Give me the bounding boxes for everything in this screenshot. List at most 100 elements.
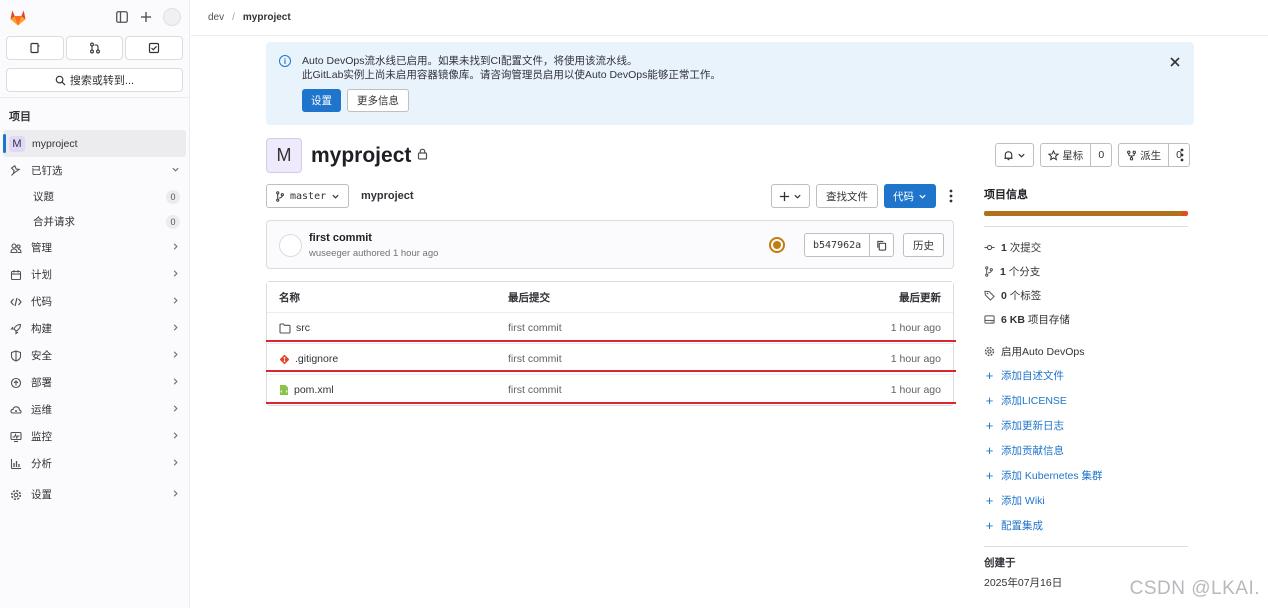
history-button[interactable]: 历史 (903, 233, 944, 257)
find-file-button[interactable]: 查找文件 (816, 184, 878, 208)
add-kubernetes-label: 添加 Kubernetes 集群 (1001, 470, 1103, 482)
sidebar-item-project[interactable]: M myproject (3, 130, 186, 157)
breadcrumb: dev / myproject (191, 0, 1268, 36)
file-last-commit-link[interactable]: first commit (508, 322, 562, 334)
add-dropdown[interactable] (771, 184, 810, 208)
file-name-link[interactable]: pom.xml (294, 384, 334, 396)
language-bar[interactable] (984, 211, 1188, 216)
sidebar-item-analyze[interactable]: 分析 (0, 450, 189, 477)
branch-icon (985, 265, 993, 277)
cloud-gear-icon (9, 404, 23, 416)
add-readme-label: 添加自述文件 (1001, 370, 1064, 382)
search-button[interactable]: 搜索或转到... (6, 68, 183, 92)
issues-icon (30, 42, 40, 54)
highlight-underline (266, 402, 956, 404)
sidebar-item-monitor[interactable]: 监控 (0, 423, 189, 450)
todos-counter-button[interactable] (125, 36, 184, 60)
add-kubernetes-cluster-link[interactable]: + 添加 Kubernetes 集群 (984, 463, 1188, 488)
folder-icon (279, 322, 291, 334)
sidebar-item-label: 安全 (31, 350, 52, 362)
branch-dropdown[interactable]: master (266, 184, 350, 208)
last-commit-panel: first commit wuseeger authored 1 hour ag… (266, 220, 954, 269)
file-name-link[interactable]: src (296, 322, 310, 334)
commits-label: 次提交 (1009, 241, 1042, 254)
repository-toolbar: master myproject 查找文件 代码 (266, 184, 954, 209)
sidebar-item-plan[interactable]: 计划 (0, 261, 189, 288)
commits-stat-link[interactable]: 1 次提交 (984, 235, 1188, 259)
plus-icon: + (985, 368, 994, 383)
star-button[interactable]: 星标 (1041, 144, 1090, 166)
notification-dropdown[interactable] (995, 143, 1035, 167)
commit-message-link[interactable]: first commit (309, 232, 372, 244)
breadcrumb-project-link[interactable]: myproject (243, 12, 291, 23)
code-dropdown-button[interactable]: 代码 (884, 184, 936, 208)
add-readme-link[interactable]: + 添加自述文件 (984, 363, 1188, 388)
sidebar-item-deploy[interactable]: 部署 (0, 369, 189, 396)
more-actions-icon[interactable] (1179, 148, 1185, 162)
issues-counter-button[interactable] (6, 36, 64, 60)
chevron-right-icon (171, 377, 180, 389)
alert-text-line2: 此GitLab实例上尚未启用容器镜像库。请咨询管理员启用以使Auto DevOp… (302, 69, 721, 81)
file-last-commit-link[interactable]: first commit (508, 384, 562, 396)
deploy-icon (9, 377, 23, 389)
file-name-link[interactable]: .gitignore (295, 353, 338, 365)
sidebar-item-operate[interactable]: 运维 (0, 396, 189, 423)
add-license-link[interactable]: + 添加LICENSE (984, 388, 1188, 413)
sidebar-item-label: 运维 (31, 404, 52, 416)
panel-divider (984, 226, 1188, 227)
created-label: 创建于 (984, 557, 1016, 569)
sidebar-item-merge-requests[interactable]: 合并请求 0 (0, 209, 189, 234)
repository-path[interactable]: myproject (361, 190, 414, 202)
tags-stat-link[interactable]: 0 个标签 (984, 283, 1188, 307)
project-info-panel: 项目信息 1 次提交 1 个分支 0 个标签 6 KB 项目存储 启用Auto … (984, 186, 1188, 590)
branches-stat-link[interactable]: 1 个分支 (984, 259, 1188, 283)
branches-count: 1 (1000, 265, 1006, 278)
table-row[interactable]: pom.xml first commit 1 hour ago (267, 374, 953, 405)
sidebar-item-manage[interactable]: 管理 (0, 234, 189, 261)
lock-icon (417, 148, 428, 163)
sidebar-item-issues[interactable]: 议题 0 (0, 184, 189, 209)
file-last-update: 1 hour ago (890, 384, 941, 396)
sidebar-item-pinned[interactable]: 已钉选 (0, 157, 189, 184)
sidebar-item-settings[interactable]: 设置 (0, 481, 189, 508)
pipeline-status-icon[interactable] (769, 237, 785, 253)
add-changelog-link[interactable]: + 添加更新日志 (984, 413, 1188, 438)
create-new-icon[interactable] (139, 10, 153, 24)
sidebar-item-build[interactable]: 构建 (0, 315, 189, 342)
fork-label: 派生 (1140, 149, 1162, 162)
sidebar-item-code[interactable]: 代码 (0, 288, 189, 315)
add-license-label: 添加LICENSE (1001, 395, 1067, 407)
alert-more-info-button[interactable]: 更多信息 (347, 89, 409, 112)
close-icon[interactable] (1170, 54, 1180, 71)
gitlab-logo-icon[interactable] (8, 7, 28, 27)
star-count[interactable]: 0 (1090, 144, 1111, 166)
sidebar-item-label: 管理 (31, 242, 52, 254)
file-last-update: 1 hour ago (890, 353, 941, 365)
alert-settings-button[interactable]: 设置 (302, 89, 341, 112)
sidebar-item-label: 构建 (31, 323, 52, 335)
enable-auto-devops-link[interactable]: 启用Auto DevOps (984, 339, 1188, 363)
storage-label: 项目存储 (1027, 313, 1070, 326)
breadcrumb-group-link[interactable]: dev (208, 12, 224, 23)
commit-author-avatar[interactable] (279, 234, 302, 257)
configure-integrations-link[interactable]: + 配置集成 (984, 513, 1188, 538)
table-row[interactable]: src first commit 1 hour ago (267, 312, 953, 343)
repo-more-actions-icon[interactable] (948, 189, 954, 203)
copy-icon[interactable] (869, 234, 893, 256)
chevron-down-icon (1018, 153, 1025, 158)
user-avatar[interactable] (163, 8, 181, 26)
file-last-commit-link[interactable]: first commit (508, 353, 562, 365)
code-button-label: 代码 (893, 190, 914, 203)
page-title: myproject (311, 143, 412, 167)
add-contributing-link[interactable]: + 添加贡献信息 (984, 438, 1188, 463)
sidebar-item-label: 设置 (31, 489, 52, 501)
fork-button[interactable]: 派生 (1119, 144, 1168, 166)
plus-icon: + (985, 468, 994, 483)
merge-requests-count-badge: 0 (166, 214, 180, 229)
sidebar-item-security[interactable]: 安全 (0, 342, 189, 369)
sidebar-toggle-icon[interactable] (115, 10, 129, 24)
panel-divider (984, 546, 1188, 547)
add-wiki-link[interactable]: + 添加 Wiki (984, 488, 1188, 513)
commit-sha[interactable]: b547962a (805, 234, 869, 256)
merge-requests-counter-button[interactable] (65, 36, 124, 60)
